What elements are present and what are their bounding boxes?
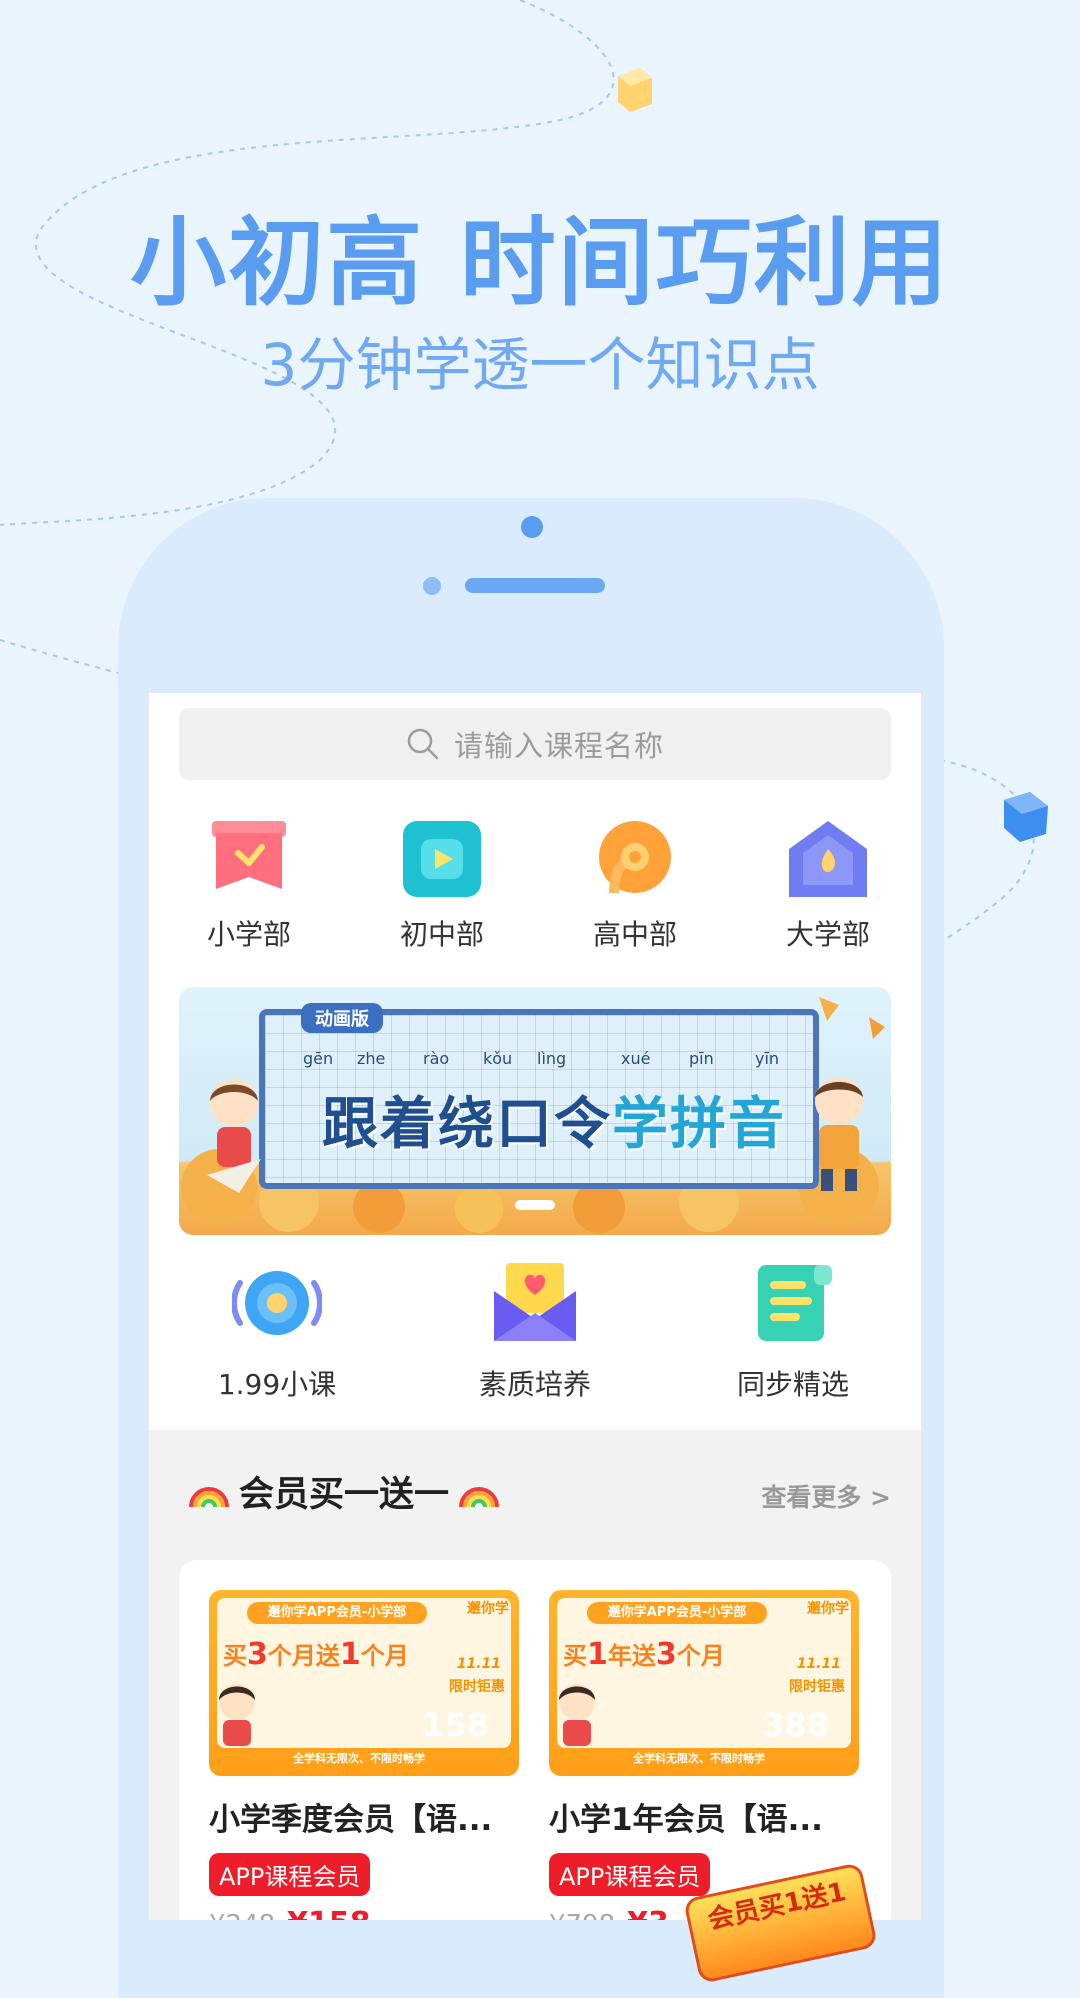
product-list: 邂你学APP会员-小学部 邂你学 买3个月送1个月 11.11 限时钜惠 158… [179, 1560, 891, 1920]
search-icon [407, 728, 439, 760]
offer-text: 个月 [360, 1642, 409, 1670]
banner-indicator[interactable] [515, 1200, 555, 1210]
banner-title: 跟着绕口令学拼音 [274, 1079, 834, 1160]
offer-text: 个月送 [267, 1642, 340, 1670]
offer-number: 1 [587, 1637, 608, 1672]
scroll-icon [748, 1261, 838, 1345]
rainbow-icon [189, 1487, 229, 1508]
product-card[interactable]: 邂你学APP会员-小学部 邂你学 买1年送3个月 11.11 限时钜惠 388 … [549, 1590, 859, 1920]
promo-date: 11.11 [796, 1656, 841, 1672]
category-high[interactable]: 高中部 [565, 819, 705, 953]
primary-school-icon [208, 819, 290, 901]
product-offer: 买1年送3个月 [563, 1636, 725, 1672]
pinyin-syllable: gēn [303, 1049, 334, 1068]
product-image-header: 邂你学APP会员-小学部 [587, 1602, 767, 1624]
phone-sensor [423, 577, 441, 595]
promo-date: 11.11 [456, 1656, 501, 1672]
promo-date-label: 限时钜惠 [789, 1679, 845, 1695]
member-section: 会员买一送一 查看更多 > 邂你学APP会员-小学部 邂你学 买3个月送1个月 … [149, 1430, 921, 1920]
envelope-heart-icon [490, 1261, 580, 1345]
image-footer: 全学科无限次、不限时畅学 [293, 1752, 425, 1765]
hero-subtitle: 3分钟学透一个知识点 [260, 331, 820, 399]
product-badge: APP课程会员 [549, 1853, 711, 1896]
shortcut-quality[interactable]: 素质培养 [435, 1261, 635, 1403]
pinyin-syllable: rào [423, 1049, 450, 1068]
original-price: ¥248 [209, 1910, 275, 1920]
pinyin-syllable: kǒu [483, 1049, 513, 1068]
product-card[interactable]: 邂你学APP会员-小学部 邂你学 买3个月送1个月 11.11 限时钜惠 158… [209, 1590, 519, 1920]
shortcut-row: 1.99小课 素质培养 同步精选 [149, 1261, 921, 1411]
pinyin-syllable: pīn [689, 1049, 714, 1068]
section-title-text: 会员买一送一 [239, 1474, 450, 1515]
view-more-link[interactable]: 查看更多 > [761, 1478, 891, 1514]
brand-logo: 邂你学 [467, 1601, 509, 1617]
category-label: 大学部 [785, 918, 870, 951]
pinyin-syllable: yīn [755, 1049, 780, 1068]
category-primary[interactable]: 小学部 [179, 819, 319, 953]
offer-number: 3 [655, 1637, 677, 1672]
banner-pinyin: gēn zhe rào kǒu lìng xué pīn yīn [179, 1049, 891, 1073]
offer-number: 1 [339, 1637, 361, 1672]
girl-mascot-icon [219, 1684, 255, 1746]
rainbow-icon [459, 1487, 500, 1508]
section-title: 会员买一送一 [179, 1467, 509, 1515]
shortcut-label: 1.99小课 [217, 1368, 337, 1401]
brand-logo: 邂你学 [807, 1601, 849, 1617]
original-price: ¥798 [549, 1910, 615, 1920]
image-price: 158 [422, 1706, 489, 1744]
phone-speaker [465, 578, 605, 593]
promo-banner[interactable]: 动画版 gēn zhe rào kǒu lìng xué pīn yīn 跟着绕… [179, 987, 891, 1235]
promo-date-label: 限时钜惠 [449, 1679, 505, 1695]
sale-price: ¥3 [627, 1906, 669, 1920]
hero-title: 小初高 时间巧利用 [130, 207, 950, 319]
speaker-icon [231, 1261, 323, 1345]
search-placeholder: 请输入课程名称 [453, 729, 664, 763]
pinyin-syllable: lìng [537, 1049, 567, 1068]
product-offer: 买3个月送1个月 [223, 1636, 409, 1672]
category-grid: 小学部 初中部 高中部 大学部 [149, 819, 921, 959]
product-image-header: 邂你学APP会员-小学部 [247, 1602, 427, 1624]
phone-camera [521, 516, 543, 538]
product-prices: ¥248 ¥158 [209, 1906, 519, 1920]
girl-mascot-icon [559, 1684, 595, 1746]
offer-text: 个月 [676, 1642, 725, 1670]
search-bar[interactable]: 请输入课程名称 [179, 708, 891, 780]
offer-text: 年送 [607, 1642, 656, 1670]
image-price: 388 [762, 1706, 829, 1744]
blue-cube-icon [1004, 792, 1048, 842]
shortcut-mini-course[interactable]: 1.99小课 [177, 1261, 377, 1403]
product-title: 小学季度会员【语... [209, 1802, 493, 1838]
shortcut-label: 同步精选 [736, 1368, 849, 1401]
pinyin-syllable: zhe [357, 1049, 386, 1068]
banner-tag: 动画版 [301, 1003, 383, 1033]
boy-character-icon [815, 1077, 863, 1191]
product-image: 邂你学APP会员-小学部 邂你学 买3个月送1个月 11.11 限时钜惠 158… [209, 1590, 519, 1776]
product-image: 邂你学APP会员-小学部 邂你学 买1年送3个月 11.11 限时钜惠 388 … [549, 1590, 859, 1776]
shortcut-label: 素质培养 [478, 1368, 591, 1401]
pinyin-syllable: xué [621, 1049, 651, 1068]
girl-character-icon [207, 1079, 261, 1193]
product-title: 小学1年会员【语... [549, 1802, 823, 1838]
category-label: 高中部 [592, 918, 677, 951]
category-label: 初中部 [399, 918, 484, 951]
offer-number: 3 [247, 1637, 268, 1672]
sale-price: ¥158 [287, 1906, 371, 1920]
yellow-cube-icon [618, 68, 652, 112]
banner-title-part1: 跟着绕口令 [322, 1092, 612, 1157]
category-middle[interactable]: 初中部 [372, 819, 512, 953]
banner-title-part2: 学拼音 [612, 1092, 786, 1157]
category-university[interactable]: 大学部 [758, 819, 898, 953]
play-icon [401, 819, 483, 901]
product-badge: APP课程会员 [209, 1853, 371, 1896]
app-screen: 请输入课程名称 小学部 初中部 高中部 大学部 动画版 gēn zhe rào … [149, 693, 921, 1920]
category-label: 小学部 [206, 918, 291, 951]
offer-text: 买 [223, 1642, 247, 1670]
university-icon [787, 819, 869, 901]
high-school-icon [594, 819, 676, 901]
offer-text: 买 [563, 1642, 587, 1670]
shortcut-sync[interactable]: 同步精选 [693, 1261, 893, 1403]
image-footer: 全学科无限次、不限时畅学 [633, 1752, 765, 1765]
